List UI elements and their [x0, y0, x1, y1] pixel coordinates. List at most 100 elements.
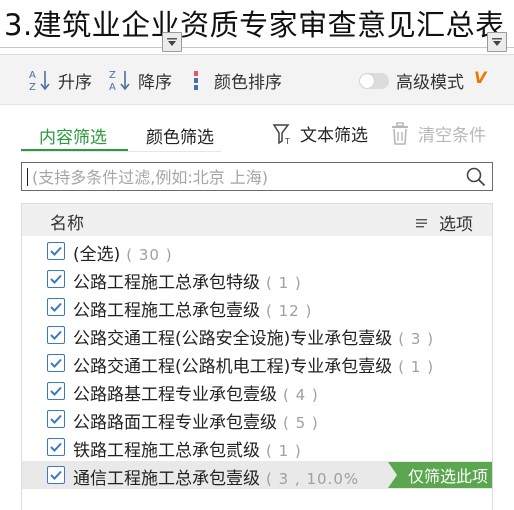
checkmark-icon: [50, 442, 62, 452]
list-item-text: 公路交通工程(公路安全设施)专业承包壹级: [73, 329, 393, 349]
svg-text:Z: Z: [109, 70, 116, 81]
list-item-text: 公路工程施工总承包壹级: [73, 301, 260, 321]
toggle-knob: [360, 74, 374, 88]
text-filter-label: 文本筛选: [300, 126, 368, 146]
list-item-count: ( 30 ): [126, 246, 173, 264]
list-item[interactable]: 公路工程施工总承包壹级 ( 12 ): [22, 293, 492, 321]
list-item-count: ( 12 ): [266, 302, 313, 320]
checkbox-checked[interactable]: [47, 242, 65, 260]
list-item-text: 公路工程施工总承包特级: [73, 273, 260, 293]
checkmark-icon: [50, 246, 62, 256]
svg-text:Z: Z: [29, 82, 36, 92]
text-caret: [27, 168, 28, 186]
list-item[interactable]: 公路路基工程专业承包壹级 ( 4 ): [22, 377, 492, 405]
checkbox-checked[interactable]: [47, 326, 65, 344]
list-item-text: 通信工程施工总承包壹级: [73, 469, 260, 489]
list-item-label: 公路交通工程(公路机电工程)专业承包壹级 ( 1 ): [73, 352, 434, 377]
list-item-label: 铁路工程施工总承包贰级 ( 1 ): [73, 436, 302, 461]
filter-panel: A Z 升序 Z A 降序 颜色排序 高级模式 V 内容筛选 颜色筛选 T 文本…: [0, 54, 514, 510]
checkbox-checked[interactable]: [47, 270, 65, 288]
list-item-count: ( 1 ): [398, 358, 435, 376]
checkbox-checked[interactable]: [47, 354, 65, 372]
list-item-count: ( 1 ): [266, 274, 302, 292]
list-item-count: ( 3 ): [398, 330, 435, 348]
checkmark-icon: [50, 330, 62, 340]
svg-text:A: A: [109, 82, 116, 92]
tab-content-filter[interactable]: 内容筛选: [39, 123, 107, 148]
sort-descending-icon: Z A: [108, 68, 132, 92]
list-item-count: ( 1 ): [266, 442, 302, 460]
sort-ascending-label: 升序: [58, 72, 92, 93]
sort-descending-label: 降序: [138, 72, 172, 93]
dropdown-arrow-icon: [492, 38, 502, 46]
color-sort-button[interactable]: 颜色排序: [190, 67, 282, 93]
tab-baseline: [21, 151, 221, 152]
checkmark-icon: [50, 274, 62, 284]
checkbox-checked[interactable]: [47, 466, 65, 484]
list-item-count: ( 5 ): [283, 414, 319, 432]
list-options-label: 选项: [439, 215, 473, 235]
sheet-title-cell[interactable]: 3.建筑业企业资质专家审查意见汇总表: [4, 4, 505, 46]
dropdown-arrow-icon: [167, 38, 177, 46]
checkbox-checked[interactable]: [47, 410, 65, 428]
funnel-icon: T: [272, 122, 294, 146]
list-item-text: 公路交通工程(公路机电工程)专业承包壹级: [73, 357, 393, 377]
checkbox-checked[interactable]: [47, 382, 65, 400]
checkbox-checked[interactable]: [47, 438, 65, 456]
color-sort-label: 颜色排序: [214, 72, 282, 93]
list-item[interactable]: 公路交通工程(公路机电工程)专业承包壹级 ( 1 ): [22, 349, 492, 377]
list-item-text: 公路路基工程专业承包壹级: [73, 385, 277, 405]
clear-conditions-label: 清空条件: [418, 126, 486, 146]
text-filter-button[interactable]: T 文本筛选: [272, 121, 368, 146]
checkbox-checked[interactable]: [47, 298, 65, 316]
sort-ascending-icon: A Z: [28, 68, 52, 92]
list-item-count: ( 4 ): [283, 386, 319, 404]
list-item[interactable]: 公路路面工程专业承包壹级 ( 5 ): [22, 405, 492, 433]
only-filter-this-button[interactable]: 仅筛选此项: [388, 462, 492, 488]
list-item-text: 铁路工程施工总承包贰级: [73, 441, 260, 461]
checkmark-icon: [50, 302, 62, 312]
filter-value-list: 名称 选项 (全选)( 30 ) 公路工程施工总承包特级 ( 1 ) 公路工程施工…: [21, 203, 493, 510]
search-icon[interactable]: [466, 167, 486, 191]
list-item[interactable]: 公路交通工程(公路安全设施)专业承包壹级 ( 3 ): [22, 321, 492, 349]
column-filter-dropdown-button[interactable]: [162, 32, 182, 52]
list-header-name: 名称: [50, 214, 84, 234]
checkmark-icon: [50, 358, 62, 368]
list-item-label: 公路工程施工总承包特级 ( 1 ): [73, 268, 302, 293]
list-header: 名称 选项: [22, 204, 492, 236]
list-item-hovered[interactable]: 通信工程施工总承包壹级 ( 3 , 10.0% 仅筛选此项: [22, 461, 492, 489]
list-item-label: 通信工程施工总承包壹级 ( 3 , 10.0%: [73, 464, 359, 489]
tab-color-filter[interactable]: 颜色筛选: [146, 123, 214, 148]
list-item-label: (全选) ( 30 ): [73, 240, 173, 265]
column-filter-dropdown-button[interactable]: [487, 32, 507, 52]
list-item-count: ( 3 , 10.0%: [266, 470, 360, 488]
row-gridline: [0, 47, 514, 48]
sort-ascending-button[interactable]: A Z 升序: [28, 67, 92, 93]
list-item-label: 公路交通工程(公路安全设施)专业承包壹级 ( 3 ): [73, 324, 434, 349]
filter-toolbar: A Z 升序 Z A 降序 颜色排序 高级模式 V: [0, 55, 514, 105]
sheet-header-row: 3.建筑业企业资质专家审查意见汇总表: [0, 0, 514, 50]
advanced-mode-toggle[interactable]: [359, 73, 389, 89]
checkmark-icon: [50, 386, 62, 396]
list-item-text: 公路路面工程专业承包壹级: [73, 413, 277, 433]
checkmark-icon: [50, 414, 62, 424]
color-sort-icon: [190, 68, 208, 92]
advanced-mode-label: 高级模式: [396, 73, 464, 93]
options-lines-icon: [415, 217, 429, 229]
list-item-label: 公路路基工程专业承包壹级 ( 4 ): [73, 380, 319, 405]
list-item[interactable]: 公路工程施工总承包特级 ( 1 ): [22, 265, 492, 293]
filter-search-box[interactable]: [21, 162, 493, 191]
vip-badge: V: [474, 68, 487, 87]
trash-icon: [390, 121, 410, 146]
list-item-label: 公路工程施工总承包壹级 ( 12 ): [73, 296, 312, 321]
svg-text:T: T: [284, 137, 290, 146]
sort-descending-button[interactable]: Z A 降序: [108, 67, 172, 93]
list-options-button[interactable]: 选项: [415, 210, 473, 235]
clear-conditions-button[interactable]: 清空条件: [390, 121, 486, 146]
list-item[interactable]: 铁路工程施工总承包贰级 ( 1 ): [22, 433, 492, 461]
checkmark-icon: [50, 470, 62, 480]
filter-search-input[interactable]: [32, 165, 452, 189]
list-item[interactable]: (全选) ( 30 ): [22, 237, 492, 265]
list-item-label: 公路路面工程专业承包壹级 ( 5 ): [73, 408, 319, 433]
svg-text:A: A: [29, 70, 36, 81]
